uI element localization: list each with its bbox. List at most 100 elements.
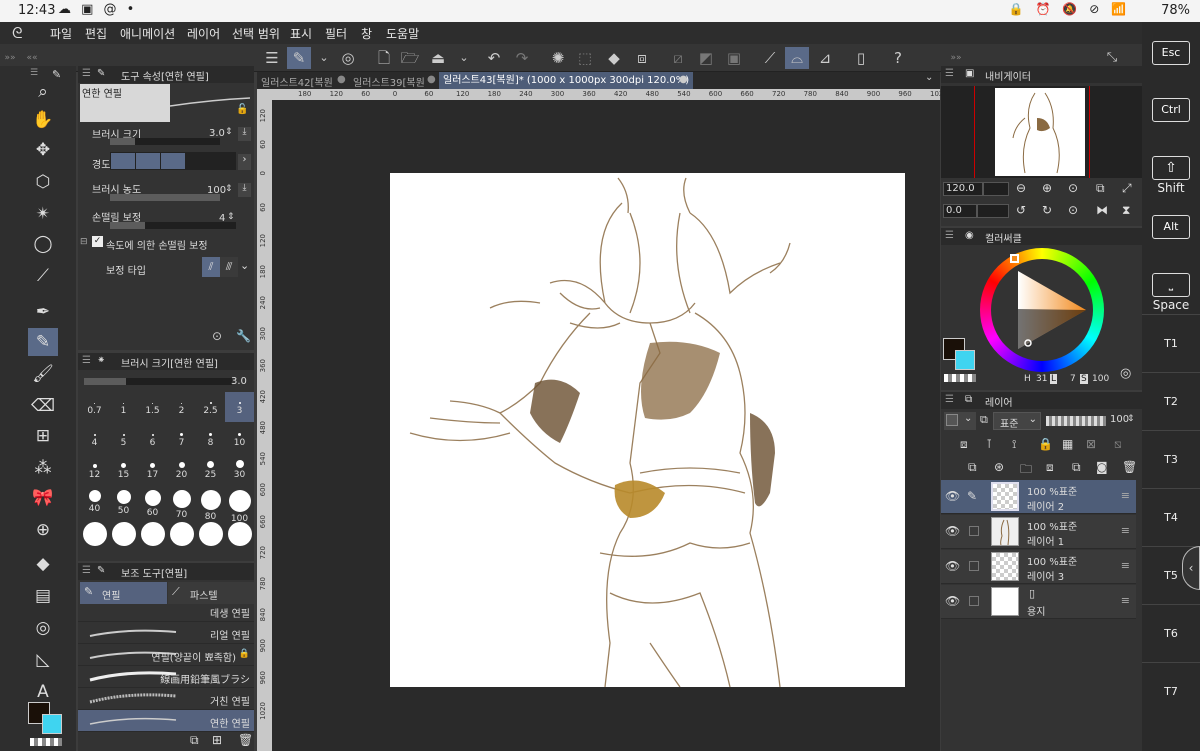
- menu-help[interactable]: 도움말: [386, 25, 419, 42]
- brush-size-preset[interactable]: 50: [109, 488, 138, 518]
- tab-illust39[interactable]: 일러스트39[복원: [353, 74, 425, 89]
- menu-layer[interactable]: 레이어: [187, 25, 220, 42]
- brush-size-preset[interactable]: [196, 520, 225, 550]
- clip-below-icon[interactable]: ⧈: [960, 437, 968, 452]
- layer-checkbox[interactable]: [969, 561, 979, 571]
- eye-icon[interactable]: 👁: [945, 594, 960, 608]
- zoom-tool-icon[interactable]: ⌕: [28, 78, 58, 106]
- move-tool-icon[interactable]: ✥: [28, 136, 58, 164]
- snap-special-ruler-icon[interactable]: ⌓: [785, 47, 809, 69]
- layer-row[interactable]: 👁 ▯ 용지 ≡: [941, 585, 1136, 619]
- lock-transparent-icon[interactable]: ▦: [1062, 437, 1073, 451]
- speed-stabilization-checkbox[interactable]: ✓: [92, 236, 103, 247]
- auto-select-tool-icon[interactable]: ✴: [28, 200, 58, 228]
- space-key-label[interactable]: Space: [1142, 298, 1200, 312]
- t1-key[interactable]: T1: [1142, 314, 1200, 371]
- snap-grid-icon[interactable]: ⊿: [813, 47, 837, 69]
- new-vector-layer-icon[interactable]: ⊛: [994, 460, 1004, 474]
- correction-chevron-icon[interactable]: ⌄: [240, 259, 249, 272]
- pencil-tool-icon[interactable]: ✎: [28, 328, 58, 356]
- sub-tool-item[interactable]: 연한 연필: [78, 710, 254, 732]
- navigator-preview[interactable]: [941, 86, 1142, 178]
- brush-size-panel-value[interactable]: 3.0: [231, 376, 247, 387]
- tab-illust42[interactable]: 일러스트42[복원: [261, 74, 333, 89]
- eye-icon[interactable]: 👁: [945, 489, 960, 503]
- new-subtool-icon[interactable]: ⊞: [212, 733, 222, 747]
- redo-icon[interactable]: ↷: [510, 47, 534, 69]
- mask-enable-icon[interactable]: ⊠: [1086, 437, 1096, 451]
- brush-size-preset[interactable]: 0.7: [80, 392, 109, 422]
- delete-layer-icon[interactable]: 🗑: [1122, 460, 1137, 474]
- new-file-icon[interactable]: 🗋: [372, 47, 396, 69]
- ruler-tool-icon[interactable]: ◺: [28, 646, 58, 674]
- drawing-canvas[interactable]: [390, 173, 905, 688]
- t2-key[interactable]: T2: [1142, 372, 1200, 429]
- zoom-in-icon[interactable]: ⊕: [1042, 181, 1052, 195]
- hue-ring[interactable]: [980, 248, 1104, 372]
- open-icon[interactable]: 🗁: [398, 47, 422, 69]
- zoom-slider[interactable]: [983, 182, 1009, 196]
- help-icon[interactable]: ?: [886, 47, 910, 69]
- drag-handle-icon[interactable]: ≡: [1121, 524, 1130, 537]
- alt-key[interactable]: Alt: [1152, 215, 1190, 239]
- sub-tool-item[interactable]: 데생 연필: [78, 600, 254, 622]
- menu-selection[interactable]: 선택 범위: [232, 25, 280, 42]
- hue-marker[interactable]: [1010, 254, 1019, 263]
- draft-layer-icon[interactable]: ⟟: [1012, 437, 1016, 452]
- layer-row[interactable]: 👁 ✎ 100 %표준 레이어 2 ≡: [941, 480, 1136, 514]
- eraser-tool-icon[interactable]: ⌫: [28, 392, 58, 420]
- rotate-field[interactable]: 0.0: [943, 204, 977, 218]
- transform-icon[interactable]: ⧈: [630, 47, 654, 69]
- brush-size-preset[interactable]: 12: [80, 456, 109, 486]
- rotate-right-icon[interactable]: ↻: [1042, 203, 1052, 217]
- sub-tool-item[interactable]: 거친 연필: [78, 688, 254, 710]
- show-selection-icon[interactable]: ▣: [722, 47, 746, 69]
- density-pressure-icon[interactable]: ⤓: [238, 183, 251, 197]
- lock-layer-icon[interactable]: 🔒: [1038, 437, 1053, 451]
- brush-size-pressure-icon[interactable]: ⤓: [238, 127, 251, 141]
- save-chevron-icon[interactable]: ⌄: [452, 47, 476, 69]
- chevron-down-icon[interactable]: ⌄: [312, 47, 336, 69]
- flip-vertical-icon[interactable]: ⧗: [1122, 203, 1130, 218]
- brush-size-preset[interactable]: 25: [196, 456, 225, 486]
- brush-size-preset[interactable]: 1: [109, 392, 138, 422]
- hand-tool-icon[interactable]: ✋: [28, 106, 58, 134]
- brush-size-preset[interactable]: 7: [167, 424, 196, 454]
- brush-size-preset[interactable]: 20: [167, 456, 196, 486]
- density-stepper-icon[interactable]: ⇕: [225, 184, 233, 194]
- correction-type-b-icon[interactable]: ⫻: [220, 257, 238, 277]
- transparent-color-swatch[interactable]: [30, 738, 62, 746]
- new-folder-icon[interactable]: 🗀: [1020, 460, 1032, 481]
- t3-key[interactable]: T3: [1142, 430, 1200, 487]
- t4-key[interactable]: T4: [1142, 488, 1200, 545]
- fit-navigator-icon[interactable]: ⤢: [1122, 181, 1132, 196]
- transparent-swatch-panel[interactable]: [944, 374, 976, 382]
- panel-menu-icon[interactable]: ☰: [945, 68, 954, 79]
- save-icon[interactable]: ⏏: [426, 47, 450, 69]
- brush-size-preset[interactable]: 100: [225, 488, 254, 524]
- shift-arrow-icon[interactable]: ⇧: [1152, 156, 1190, 180]
- rotate-left-icon[interactable]: ↺: [1016, 203, 1026, 217]
- airbrush-tool-icon[interactable]: ⁂: [28, 454, 58, 482]
- copy-subtool-icon[interactable]: ⧉: [190, 733, 199, 748]
- brush-size-preset[interactable]: [138, 520, 167, 550]
- brush-size-preset[interactable]: 40: [80, 488, 109, 518]
- brush-size-preset[interactable]: [167, 520, 196, 550]
- palette-menu-icon[interactable]: ☰: [30, 68, 38, 78]
- ruler-show-icon[interactable]: ⧅: [1114, 437, 1122, 452]
- menu-file[interactable]: 파일: [50, 25, 72, 42]
- blend-mode-dropdown[interactable]: 표준 ⌄: [993, 412, 1041, 430]
- hardness-selector[interactable]: [110, 152, 236, 170]
- panel-menu-icon[interactable]: ☰: [82, 355, 91, 366]
- correction-type-a-icon[interactable]: ⫽: [202, 257, 220, 277]
- clear-icon[interactable]: ✺: [546, 47, 570, 69]
- brush-size-preset[interactable]: 4: [80, 424, 109, 454]
- t7-key[interactable]: T7: [1142, 662, 1200, 719]
- drag-handle-icon[interactable]: ≡: [1121, 559, 1130, 572]
- chevron-right-icon[interactable]: ›: [238, 154, 251, 170]
- panel-menu-icon[interactable]: ☰: [945, 230, 954, 241]
- shift-key-label[interactable]: Shift: [1142, 181, 1200, 195]
- trash-icon[interactable]: 🗑: [238, 733, 253, 747]
- stabilization-stepper-icon[interactable]: ⇕: [227, 212, 235, 222]
- layer-color-dropdown[interactable]: ⌄: [944, 412, 976, 430]
